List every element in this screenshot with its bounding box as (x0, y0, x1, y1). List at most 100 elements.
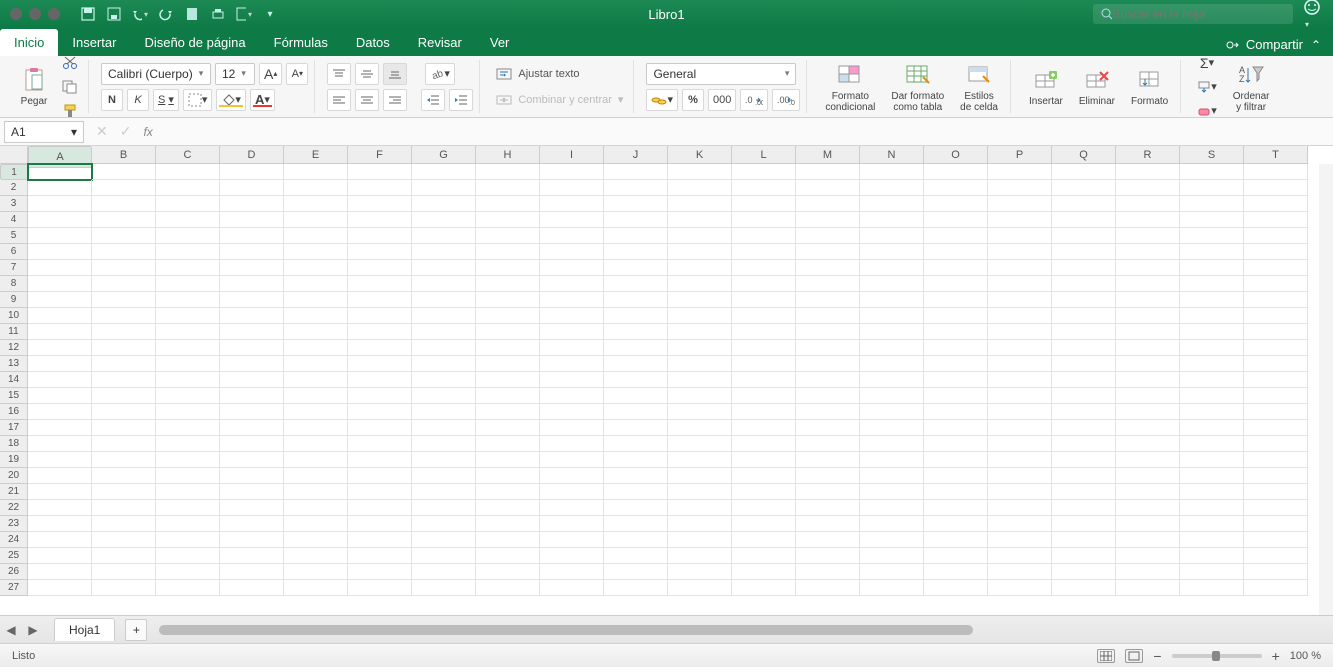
cell[interactable] (156, 436, 220, 452)
cell[interactable] (1244, 580, 1308, 596)
cell[interactable] (28, 420, 92, 436)
cell[interactable] (412, 340, 476, 356)
cell[interactable] (1244, 340, 1308, 356)
cell[interactable] (540, 308, 604, 324)
column-header[interactable]: O (924, 146, 988, 164)
cell[interactable] (284, 420, 348, 436)
wrap-text-button[interactable]: Ajustar texto (492, 63, 583, 85)
cell[interactable] (860, 196, 924, 212)
cell[interactable] (220, 276, 284, 292)
cell[interactable] (28, 228, 92, 244)
cell[interactable] (92, 548, 156, 564)
cell[interactable] (284, 372, 348, 388)
cell[interactable] (796, 212, 860, 228)
row-header[interactable]: 25 (0, 548, 28, 564)
cell[interactable] (476, 564, 540, 580)
cell[interactable] (348, 500, 412, 516)
cell[interactable] (732, 276, 796, 292)
cell[interactable] (1244, 500, 1308, 516)
cell[interactable] (1116, 452, 1180, 468)
decrease-font-button[interactable]: A▾ (286, 63, 308, 85)
cell[interactable] (796, 516, 860, 532)
column-header[interactable]: N (860, 146, 924, 164)
cell[interactable] (1180, 228, 1244, 244)
cell[interactable] (540, 388, 604, 404)
cell[interactable] (284, 276, 348, 292)
cell-styles-button[interactable]: Estilos de celda (954, 61, 1004, 113)
cell[interactable] (668, 180, 732, 196)
cell[interactable] (220, 388, 284, 404)
cell[interactable] (860, 452, 924, 468)
cell[interactable] (284, 324, 348, 340)
cell[interactable] (988, 388, 1052, 404)
cell[interactable] (220, 196, 284, 212)
cell[interactable] (28, 388, 92, 404)
cell[interactable] (924, 372, 988, 388)
cell[interactable] (156, 228, 220, 244)
delete-cells-button[interactable]: Eliminar (1073, 66, 1121, 107)
cell[interactable] (796, 548, 860, 564)
row-header[interactable]: 22 (0, 500, 28, 516)
cell[interactable] (284, 580, 348, 596)
cell[interactable] (988, 452, 1052, 468)
cell[interactable] (284, 516, 348, 532)
cell[interactable] (732, 516, 796, 532)
cell[interactable] (1116, 244, 1180, 260)
cell[interactable] (92, 164, 156, 180)
cell[interactable] (860, 340, 924, 356)
row-header[interactable]: 2 (0, 180, 28, 196)
cell[interactable] (348, 468, 412, 484)
cell[interactable] (1180, 180, 1244, 196)
cell[interactable] (924, 196, 988, 212)
cell[interactable] (1116, 468, 1180, 484)
cell[interactable] (604, 404, 668, 420)
cell[interactable] (604, 372, 668, 388)
cell[interactable] (1180, 484, 1244, 500)
cell[interactable] (156, 404, 220, 420)
cell[interactable] (860, 276, 924, 292)
cell[interactable] (1052, 484, 1116, 500)
cell[interactable] (732, 340, 796, 356)
decrease-decimal-button[interactable]: .00.0 (772, 89, 800, 111)
cell[interactable] (860, 388, 924, 404)
cell[interactable] (540, 276, 604, 292)
cell[interactable] (732, 228, 796, 244)
cell[interactable] (92, 404, 156, 420)
cell[interactable] (220, 452, 284, 468)
cell[interactable] (1244, 180, 1308, 196)
cell[interactable] (1116, 580, 1180, 596)
increase-font-button[interactable]: A▴ (259, 63, 282, 85)
sheet-tab-hoja1[interactable]: Hoja1 (54, 618, 115, 641)
clear-button[interactable]: ▾ (1193, 100, 1221, 122)
cell[interactable] (1116, 404, 1180, 420)
cell[interactable] (924, 484, 988, 500)
cell[interactable] (476, 420, 540, 436)
cell[interactable] (28, 548, 92, 564)
cell[interactable] (28, 356, 92, 372)
cell[interactable] (668, 196, 732, 212)
cell[interactable] (412, 276, 476, 292)
cell[interactable] (1180, 388, 1244, 404)
cell[interactable] (348, 372, 412, 388)
cell[interactable] (284, 436, 348, 452)
cell[interactable] (1052, 308, 1116, 324)
cell[interactable] (476, 388, 540, 404)
cell[interactable] (1052, 260, 1116, 276)
cell[interactable] (412, 548, 476, 564)
column-header[interactable]: H (476, 146, 540, 164)
cell[interactable] (348, 260, 412, 276)
cell[interactable] (796, 372, 860, 388)
cell[interactable] (860, 228, 924, 244)
cell[interactable] (668, 212, 732, 228)
font-color-button[interactable]: A▾ (250, 89, 275, 111)
cell[interactable] (796, 404, 860, 420)
paste-button[interactable]: Pegar (14, 66, 54, 107)
cell[interactable] (28, 468, 92, 484)
cell[interactable] (1052, 548, 1116, 564)
cell[interactable] (348, 308, 412, 324)
cell[interactable] (92, 180, 156, 196)
zoom-in-button[interactable]: + (1272, 648, 1280, 664)
cell[interactable] (1180, 196, 1244, 212)
cell[interactable] (668, 468, 732, 484)
collapse-ribbon-icon[interactable]: ⌃ (1311, 38, 1321, 52)
